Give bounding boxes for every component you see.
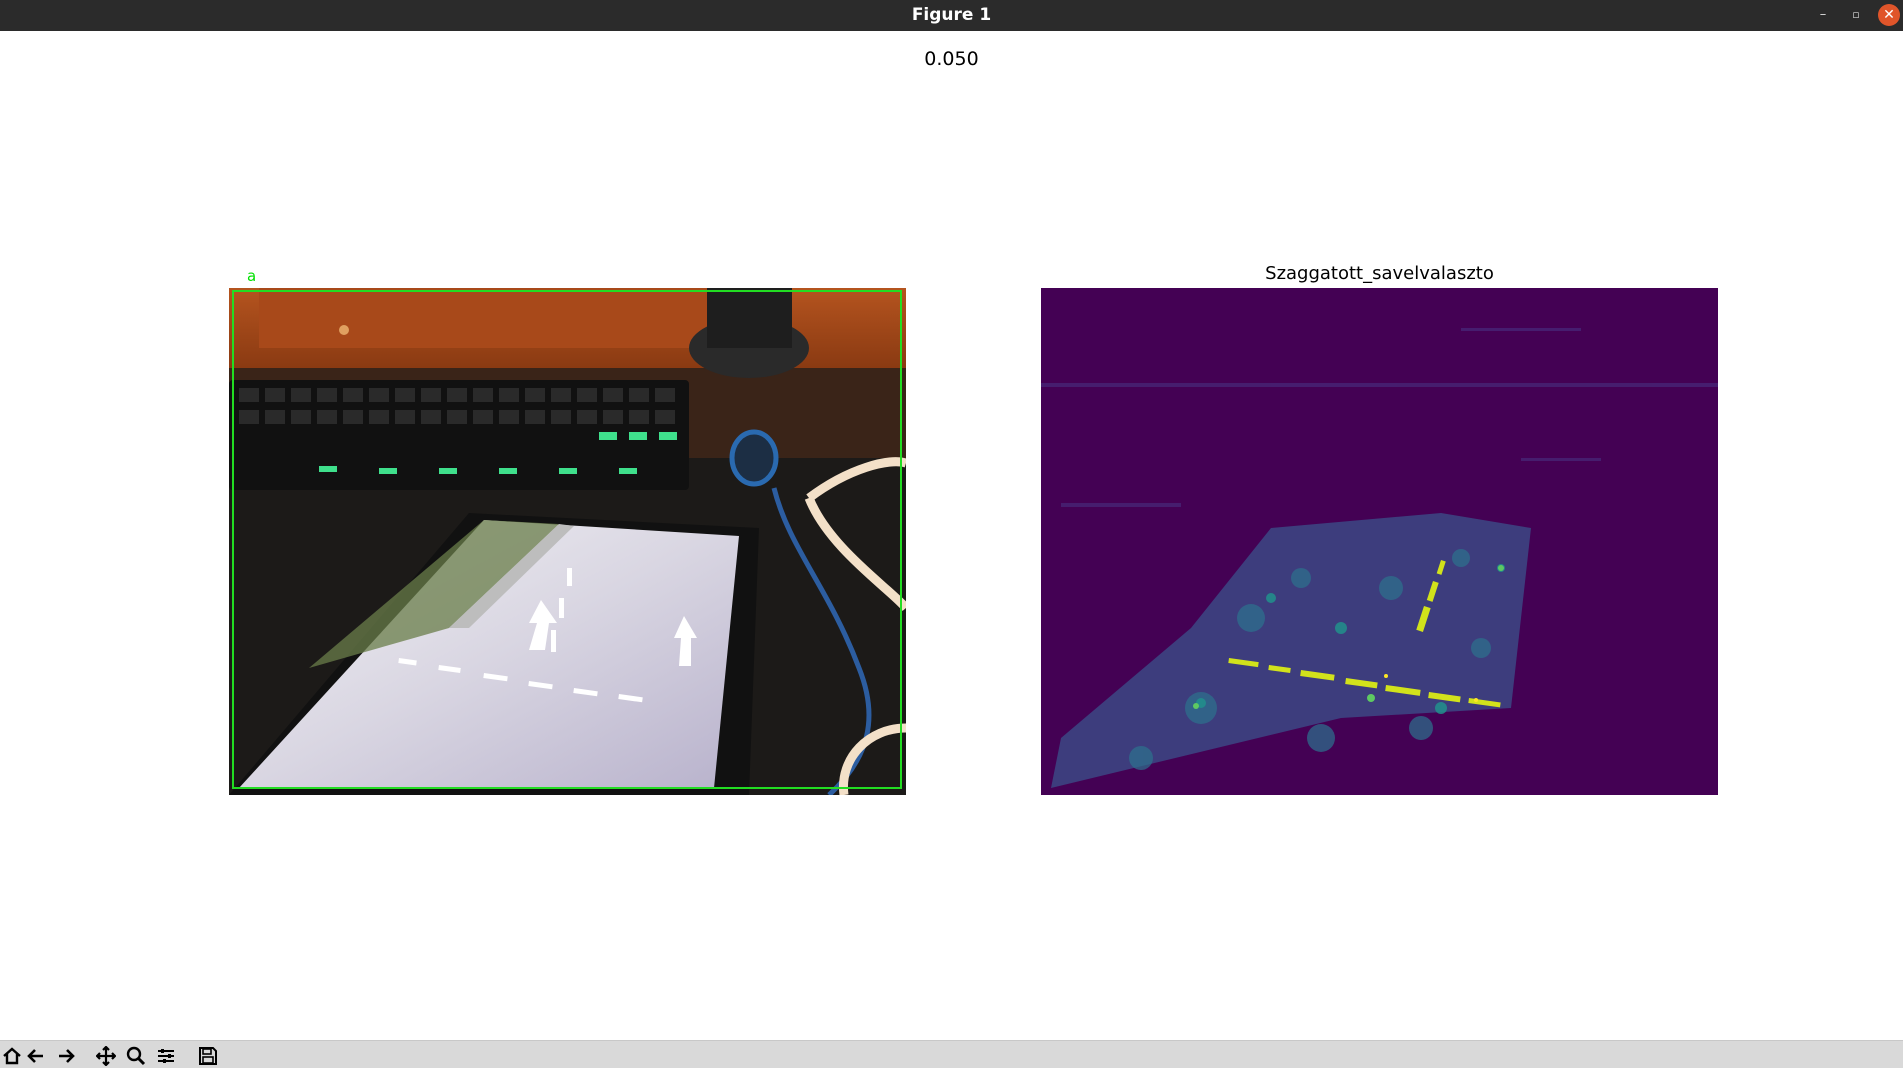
forward-arrow-icon[interactable] <box>54 1044 78 1068</box>
configure-subplots-icon[interactable] <box>154 1044 178 1068</box>
pan-icon[interactable] <box>94 1044 118 1068</box>
keyboard-graphic <box>229 380 689 490</box>
save-icon[interactable] <box>196 1044 220 1068</box>
detection-label: a <box>247 267 257 285</box>
navigation-toolbar <box>0 1040 1903 1068</box>
right-axes-title: Szaggatott_savelvalaszto <box>1265 263 1494 284</box>
window-title: Figure 1 <box>911 5 992 25</box>
figure-suptitle: 0.050 <box>924 48 979 70</box>
minimize-button[interactable]: – <box>1812 4 1834 26</box>
close-button[interactable]: ✕ <box>1878 4 1900 26</box>
back-arrow-icon[interactable] <box>24 1044 48 1068</box>
zoom-icon[interactable] <box>124 1044 148 1068</box>
filtered-image <box>1041 288 1718 795</box>
camera-image-axes <box>229 288 906 795</box>
camera-image <box>229 288 906 795</box>
maximize-button[interactable]: ▫ <box>1845 4 1867 26</box>
filtered-image-axes <box>1041 288 1718 795</box>
home-icon[interactable] <box>0 1044 24 1068</box>
window-titlebar: Figure 1 – ▫ ✕ <box>0 0 1903 31</box>
